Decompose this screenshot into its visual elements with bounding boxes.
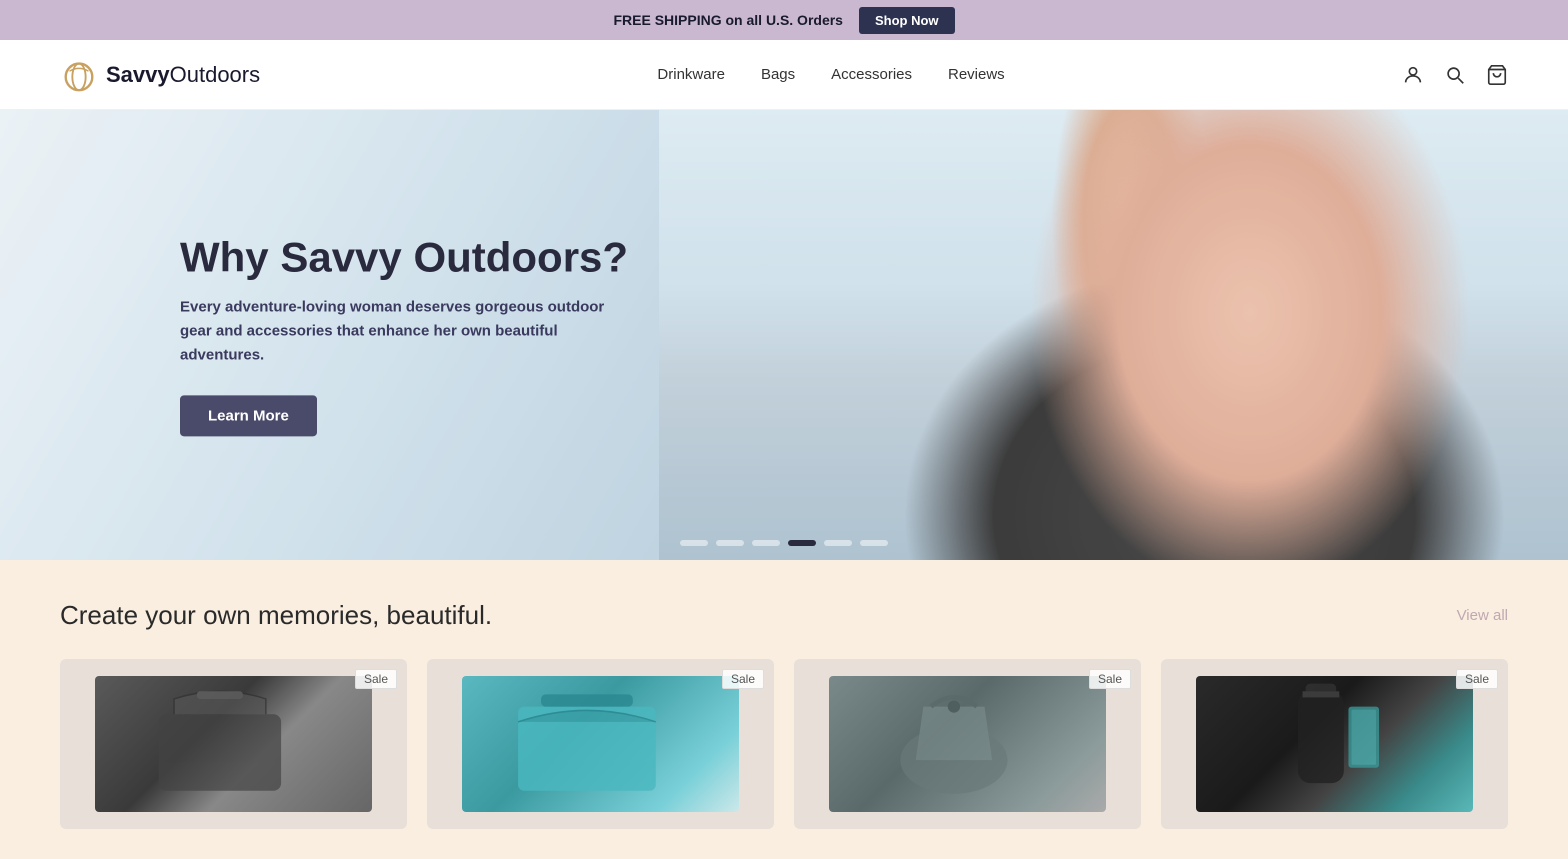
shop-now-button[interactable]: Shop Now (859, 7, 955, 34)
product-card-1[interactable]: Sale (60, 659, 407, 829)
product-card-2[interactable]: Sale (427, 659, 774, 829)
products-title: Create your own memories, beautiful. (60, 600, 492, 631)
logo-link[interactable]: SavvyOutdoors (60, 56, 260, 94)
product-card-3[interactable]: Sale (794, 659, 1141, 829)
search-icon-button[interactable] (1444, 64, 1466, 86)
view-all-link[interactable]: View all (1457, 607, 1508, 624)
product-image-2: Sale (427, 659, 774, 829)
hero-subtitle: Every adventure-loving woman deserves go… (180, 296, 620, 368)
logo-text: SavvyOutdoors (106, 62, 260, 88)
product-image-1: Sale (60, 659, 407, 829)
sale-badge-3: Sale (1089, 669, 1131, 689)
cart-icon (1486, 64, 1508, 86)
account-icon-button[interactable] (1402, 64, 1424, 86)
bag-illustration-1 (95, 676, 345, 798)
slider-dot-5[interactable] (860, 540, 888, 546)
learn-more-button[interactable]: Learn More (180, 396, 317, 437)
bag-illustration-3 (829, 676, 1079, 798)
cart-icon-button[interactable] (1486, 64, 1508, 86)
sale-badge-4: Sale (1456, 669, 1498, 689)
nav-link-bags[interactable]: Bags (761, 66, 795, 83)
nav-link-accessories[interactable]: Accessories (831, 66, 912, 83)
slider-dot-1[interactable] (716, 540, 744, 546)
product-thumbnail-4 (1196, 676, 1474, 812)
slider-dot-2[interactable] (752, 540, 780, 546)
slider-dot-0[interactable] (680, 540, 708, 546)
products-grid: Sale Sale (60, 659, 1508, 829)
bottle-illustration (1196, 676, 1446, 798)
slider-dot-4[interactable] (824, 540, 852, 546)
nav-link-drinkware[interactable]: Drinkware (657, 66, 725, 83)
main-nav: Drinkware Bags Accessories Reviews (657, 66, 1004, 84)
product-thumbnail-2 (462, 676, 740, 812)
announcement-text: FREE SHIPPING on all U.S. Orders (613, 12, 843, 28)
sale-badge-1: Sale (355, 669, 397, 689)
product-image-4: Sale (1161, 659, 1508, 829)
product-thumbnail-3 (829, 676, 1107, 812)
header: SavvyOutdoors Drinkware Bags Accessories Re… (0, 40, 1568, 110)
hero-title: Why Savvy Outdoors? (180, 233, 628, 281)
slider-dots (680, 540, 888, 546)
sale-badge-2: Sale (722, 669, 764, 689)
nav-link-reviews[interactable]: Reviews (948, 66, 1005, 83)
products-header: Create your own memories, beautiful. Vie… (60, 600, 1508, 631)
product-card-4[interactable]: Sale (1161, 659, 1508, 829)
product-image-3: Sale (794, 659, 1141, 829)
bag-illustration-2 (462, 676, 712, 798)
announcement-bar: FREE SHIPPING on all U.S. Orders Shop No… (0, 0, 1568, 40)
search-icon (1444, 64, 1466, 86)
slider-dot-3[interactable] (788, 540, 816, 546)
nav-icons (1402, 64, 1508, 86)
logo-icon (60, 56, 98, 94)
hero-section: Why Savvy Outdoors? Every adventure-lovi… (0, 110, 1568, 560)
account-icon (1402, 64, 1424, 86)
products-section: Create your own memories, beautiful. Vie… (0, 560, 1568, 859)
product-thumbnail-1 (95, 676, 373, 812)
hero-content: Why Savvy Outdoors? Every adventure-lovi… (180, 233, 628, 436)
